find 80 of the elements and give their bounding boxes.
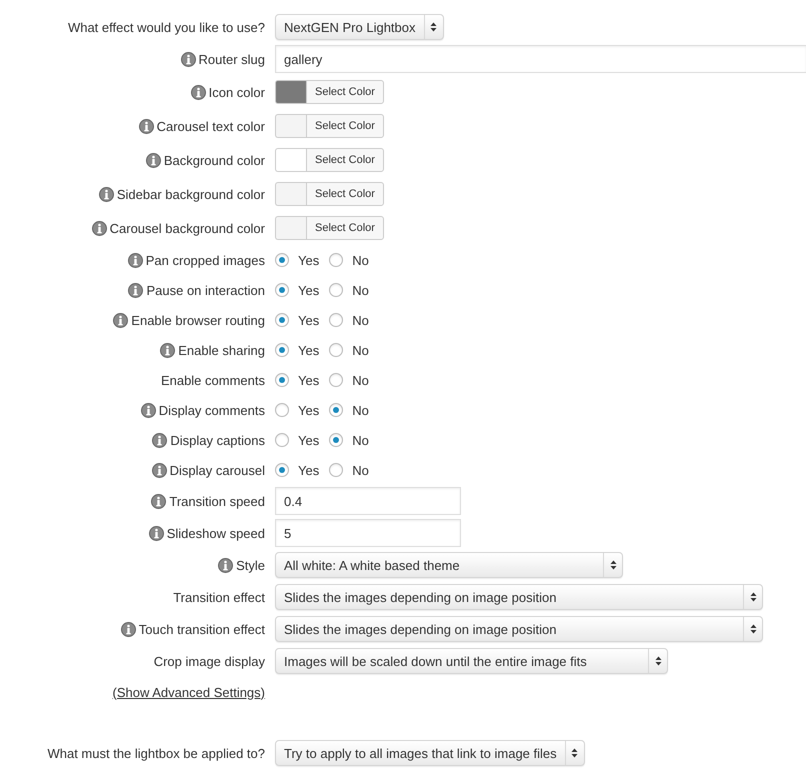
- color-swatch[interactable]: [275, 148, 306, 172]
- up-down-arrows-icon: [654, 656, 662, 666]
- color-swatch[interactable]: [275, 80, 306, 104]
- select-color-button[interactable]: Select Color: [306, 80, 384, 104]
- radio-label[interactable]: Yes: [298, 372, 320, 388]
- field-label: Enable browser routing: [131, 312, 265, 328]
- field-label: Router slug: [198, 52, 265, 66]
- radio-label[interactable]: Yes: [298, 432, 320, 448]
- select-color-button[interactable]: Select Color: [306, 148, 384, 172]
- radio-label[interactable]: Yes: [298, 252, 320, 268]
- radio-label[interactable]: No: [352, 372, 369, 388]
- radio-label[interactable]: No: [352, 402, 369, 418]
- radio-button[interactable]: [275, 283, 289, 297]
- select-color-button[interactable]: Select Color: [306, 114, 384, 138]
- field-label: Touch transition effect: [138, 622, 265, 636]
- radio-label[interactable]: Yes: [298, 462, 320, 478]
- field-label: Pan cropped images: [146, 252, 265, 268]
- field-label: Sidebar background color: [116, 186, 265, 202]
- radio-label[interactable]: No: [352, 462, 369, 478]
- select-dropdown[interactable]: Slides the images depending on image position: [275, 584, 763, 610]
- field-label: Display carousel: [170, 462, 265, 478]
- color-swatch[interactable]: [275, 182, 306, 206]
- up-down-arrows-icon: [750, 592, 756, 602]
- field-label: Transition speed: [169, 494, 265, 508]
- select-color-button[interactable]: Select Color: [306, 182, 384, 206]
- radio-label[interactable]: No: [352, 432, 369, 448]
- select-dropdown[interactable]: All white: A white based theme: [275, 552, 623, 578]
- radio-button[interactable]: [329, 373, 344, 387]
- radio-button[interactable]: [329, 403, 344, 417]
- radio-button[interactable]: [275, 433, 289, 447]
- radio-button[interactable]: [275, 343, 289, 357]
- radio-button[interactable]: [329, 463, 344, 477]
- field-label: What effect would you like to use?: [68, 20, 265, 34]
- up-down-arrows-icon: [610, 560, 616, 570]
- radio-button[interactable]: [275, 373, 289, 387]
- text-field[interactable]: 5: [275, 519, 461, 547]
- field-label: Carousel background color: [110, 220, 265, 236]
- field-label: Background color: [164, 152, 265, 168]
- up-down-arrows-icon: [750, 624, 756, 634]
- color-swatch[interactable]: [275, 216, 306, 240]
- radio-button[interactable]: [275, 403, 289, 417]
- field-label: Enable sharing: [178, 342, 265, 358]
- radio-label[interactable]: Yes: [298, 342, 320, 358]
- select-dropdown[interactable]: Images will be scaled down until the entire image fits: [275, 648, 668, 674]
- radio-label[interactable]: Yes: [298, 282, 320, 298]
- radio-label[interactable]: Yes: [298, 402, 320, 418]
- field-label: Enable comments: [160, 372, 265, 388]
- radio-label[interactable]: No: [352, 312, 369, 328]
- radio-label[interactable]: No: [352, 342, 369, 358]
- field-label: Display captions: [170, 432, 265, 448]
- field-label: Icon color: [208, 84, 265, 100]
- field-label: Crop image display: [154, 654, 265, 668]
- color-swatch[interactable]: [275, 114, 306, 138]
- select-dropdown[interactable]: Try to apply to all images that link to image files: [275, 740, 585, 766]
- field-label: What must the lightbox be applied to?: [47, 746, 265, 760]
- select-dropdown[interactable]: Slides the images depending on image position: [275, 616, 763, 642]
- radio-button[interactable]: [275, 313, 289, 327]
- text-field[interactable]: gallery: [275, 45, 806, 73]
- radio-button[interactable]: [275, 253, 289, 267]
- radio-button[interactable]: [329, 253, 344, 267]
- select-dropdown[interactable]: NextGEN Pro Lightbox: [275, 14, 444, 40]
- up-down-arrows-icon: [430, 22, 438, 32]
- select-color-button[interactable]: Select Color: [306, 216, 384, 240]
- radio-button[interactable]: [275, 463, 289, 477]
- up-down-arrows-icon: [571, 748, 578, 758]
- field-label: Pause on interaction: [146, 282, 265, 298]
- radio-button[interactable]: [329, 283, 344, 297]
- radio-button[interactable]: [329, 433, 344, 447]
- radio-button[interactable]: [329, 343, 344, 357]
- text-field[interactable]: 0.4: [275, 487, 461, 515]
- radio-label[interactable]: Yes: [298, 312, 320, 328]
- field-label: Display comments: [158, 402, 265, 418]
- radio-button[interactable]: [329, 313, 344, 327]
- field-label: Transition effect: [173, 590, 265, 604]
- advanced-settings-link[interactable]: (Show Advanced Settings): [112, 684, 265, 700]
- radio-label[interactable]: No: [352, 282, 369, 298]
- field-label: Style: [236, 558, 265, 572]
- field-label: Carousel text color: [156, 118, 265, 134]
- radio-label[interactable]: No: [352, 252, 369, 268]
- field-label: Slideshow speed: [166, 526, 265, 540]
